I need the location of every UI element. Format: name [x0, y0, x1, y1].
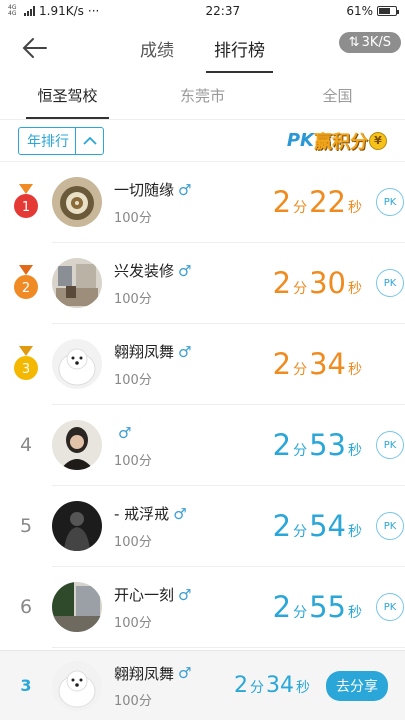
user-points: 100分	[114, 372, 152, 388]
my-avatar[interactable]	[52, 660, 102, 711]
tab-leaderboard[interactable]: 排行榜	[206, 26, 273, 73]
tab-national[interactable]: 全国	[270, 74, 405, 119]
scope-tabs: 恒圣驾校 东莞市 全国	[0, 74, 405, 120]
pk-button[interactable]: PK	[376, 431, 404, 459]
rank-number: 5	[19, 515, 33, 537]
my-rank-number: 3	[20, 676, 32, 695]
orange-medal-icon: 2	[14, 265, 38, 299]
male-icon: ♂	[178, 180, 192, 199]
period-filter-button[interactable]: 年排行	[18, 126, 104, 155]
signal-icon	[24, 6, 35, 16]
back-arrow-icon[interactable]	[20, 34, 50, 62]
rank-number: 4	[19, 434, 33, 456]
pk-button[interactable]: PK	[376, 593, 404, 621]
leaderboard-row[interactable]: 4 ♂ 100分 2 分 53 秒 PK	[20, 405, 405, 486]
leaderboard-row[interactable]: 2 兴发装修 ♂ 100分 2 分 30 秒 PK	[14, 243, 405, 324]
clock: 22:37	[205, 4, 241, 18]
exam-time: 2 分 34 秒	[272, 347, 362, 381]
avatar[interactable]	[52, 177, 102, 227]
my-name: 翱翔凤舞	[114, 664, 175, 683]
swap-arrows-icon: ⇅	[348, 35, 360, 50]
battery-icon	[376, 6, 399, 16]
red-medal-icon: 1	[14, 184, 38, 218]
my-rank-bar: 3 翱翔凤舞 ♂ 100分 2 分 34 秒 去分享	[0, 650, 405, 720]
exam-time: 2 分 30 秒	[272, 266, 362, 300]
user-points: 100分	[114, 210, 152, 226]
user-name: 开心一刻	[114, 586, 175, 604]
leaderboard-list: 1 一切随缘♂ 100分 2分22秒 PK 2 兴发装修♂ 100分	[0, 162, 405, 648]
user-points: 100分	[114, 291, 152, 307]
svg-text:2: 2	[22, 281, 30, 296]
pk-earn-points-banner[interactable]: PK 赢积分 ¥	[287, 128, 387, 154]
user-name: 一切随缘	[114, 181, 175, 199]
exam-time: 2 分 54 秒	[272, 509, 362, 543]
chevron-up-icon	[75, 127, 103, 154]
tab-scores[interactable]: 成绩	[135, 26, 179, 71]
user-name: 翱翔凤舞	[114, 343, 175, 361]
tab-school[interactable]: 恒圣驾校	[0, 74, 135, 119]
my-points: 100分	[114, 694, 152, 709]
more-dots: ···	[87, 4, 100, 18]
male-icon: ♂	[118, 423, 132, 442]
leaderboard-row[interactable]: 3 翱翔凤舞 ♂ 100分 2 分 34 秒	[14, 324, 405, 405]
user-points: 100分	[114, 615, 152, 631]
rank-cell: 2	[0, 243, 52, 323]
share-button[interactable]: 去分享	[326, 670, 388, 701]
exam-time: 2 分 53 秒	[272, 428, 362, 462]
network-speed-pill: ⇅ 3K/S	[338, 32, 401, 53]
rank-number: 6	[19, 596, 33, 618]
avatar[interactable]	[52, 339, 102, 389]
pk-button[interactable]: PK	[376, 269, 404, 297]
nav-tabs: 成绩 排行榜	[135, 26, 273, 73]
coin-icon: ¥	[369, 131, 387, 150]
leaderboard-row[interactable]: 6 开心一刻 ♂ 100分 2 分 55 秒 PK	[20, 567, 405, 648]
user-points: 100分	[114, 453, 152, 469]
user-points: 100分	[114, 534, 152, 550]
filter-row: 年排行 PK 赢积分 ¥	[0, 120, 405, 162]
rank-cell: 5	[0, 486, 52, 566]
net-speed: 1.91K/s	[39, 4, 84, 18]
avatar[interactable]	[52, 420, 102, 470]
leaderboard-row[interactable]: 5 - 戒浮戒 ♂ 100分 2 分 54 秒 PK	[20, 486, 405, 567]
svg-text:3: 3	[22, 362, 30, 377]
status-bar: 4G 4G 1.91K/s ··· 22:37 61%	[0, 0, 405, 22]
exam-time: 2 分 55 秒	[272, 590, 362, 624]
leaderboard-row[interactable]: 1 一切随缘 ♂ 100分 2 分 22 秒 PK	[14, 162, 405, 243]
rank-cell: 1	[0, 162, 52, 242]
battery-percent: 61%	[346, 4, 373, 18]
rank-cell: 4	[0, 405, 52, 485]
exam-time: 2 分 22 秒	[272, 185, 362, 219]
rank-cell: 3	[0, 324, 52, 404]
user-name: 兴发装修	[114, 262, 175, 280]
male-icon: ♂	[178, 585, 192, 604]
gold-medal-icon: 3	[14, 346, 38, 380]
svg-text:1: 1	[22, 200, 30, 215]
tab-city[interactable]: 东莞市	[135, 74, 270, 119]
male-icon: ♂	[178, 664, 192, 682]
top-nav: 成绩 排行榜 ⇅ 3K/S	[0, 22, 405, 74]
user-name: - 戒浮戒	[114, 505, 170, 523]
male-icon: ♂	[178, 261, 192, 280]
avatar[interactable]	[52, 501, 102, 551]
avatar[interactable]	[52, 582, 102, 632]
rank-cell: 6	[0, 567, 52, 647]
male-icon: ♂	[178, 342, 192, 361]
network-type: 4G 4G	[8, 4, 17, 17]
male-icon: ♂	[173, 504, 187, 523]
my-exam-time: 2 分 34 秒	[234, 673, 310, 698]
period-filter-label: 年排行	[27, 133, 69, 150]
pk-button[interactable]: PK	[376, 188, 404, 216]
avatar[interactable]	[52, 258, 102, 308]
pk-button[interactable]: PK	[376, 512, 404, 540]
